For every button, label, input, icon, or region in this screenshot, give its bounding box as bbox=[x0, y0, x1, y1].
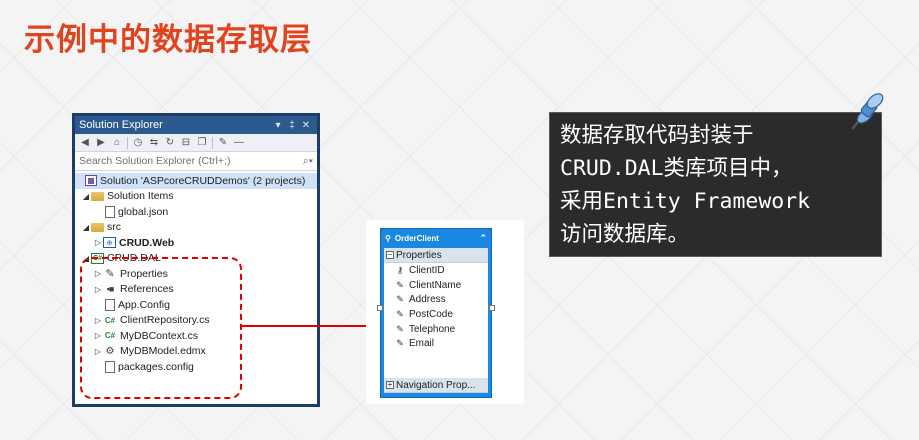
pending-changes-icon[interactable]: ◷ bbox=[132, 137, 144, 148]
resize-handle[interactable] bbox=[489, 305, 495, 311]
toolbar-separator bbox=[127, 136, 128, 149]
expanded-arrow-icon[interactable]: ◢ bbox=[81, 223, 91, 232]
entity-property[interactable]: ✎ Telephone bbox=[384, 322, 488, 337]
slide-title: 示例中的数据存取层 bbox=[24, 22, 312, 58]
expand-toggle-icon[interactable]: + bbox=[386, 381, 394, 389]
property-name: PostCode bbox=[409, 308, 453, 320]
key-icon: ⚷ bbox=[396, 264, 404, 275]
tree-item-crud-web[interactable]: ▷ ⊕ CRUD.Web bbox=[75, 235, 317, 251]
crud-dal-highlight-box bbox=[80, 257, 242, 399]
callout-line: 数据存取代码封装于 bbox=[560, 123, 754, 148]
pushpin-icon bbox=[851, 93, 884, 130]
tree-item-solution-items[interactable]: ◢ Solution Items bbox=[75, 189, 317, 205]
entity-body: − Properties ⚷ ClientID ✎ ClientName ✎ A… bbox=[384, 248, 488, 393]
solution-explorer-titlebar[interactable]: Solution Explorer ▾ ‡ ✕ bbox=[75, 116, 317, 134]
collapse-all-icon[interactable]: ⊟ bbox=[180, 137, 192, 148]
forward-icon[interactable]: ▶ bbox=[95, 137, 107, 148]
explanation-callout: 数据存取代码封装于 CRUD.DAL类库项目中， 采用Entity Framew… bbox=[549, 112, 882, 257]
property-name: ClientName bbox=[409, 279, 462, 291]
property-wrench-icon: ✎ bbox=[396, 308, 404, 319]
entity-name: OrderClient bbox=[394, 234, 439, 243]
navigation-section-header[interactable]: + Navigation Prop... bbox=[384, 378, 488, 393]
web-project-icon: ⊕ bbox=[103, 237, 116, 249]
entity-diagram: ⚲ OrderClient ⌃ − Properties ⚷ ClientID … bbox=[366, 220, 524, 404]
properties-section-header[interactable]: − Properties bbox=[384, 248, 488, 263]
callout-line: 采用Entity Framework bbox=[560, 189, 811, 214]
property-wrench-icon: ✎ bbox=[396, 294, 404, 305]
collapse-toggle-icon[interactable]: − bbox=[386, 251, 394, 259]
back-icon[interactable]: ◀ bbox=[79, 137, 91, 148]
close-icon[interactable]: ✕ bbox=[299, 120, 313, 131]
solution-icon bbox=[85, 175, 97, 187]
dropdown-icon[interactable]: ▾ bbox=[271, 120, 285, 131]
refresh-icon[interactable]: ↻ bbox=[164, 137, 176, 148]
property-name: Email bbox=[409, 338, 435, 350]
property-wrench-icon: ✎ bbox=[396, 338, 404, 349]
property-name: Telephone bbox=[409, 323, 456, 335]
expanded-arrow-icon[interactable]: ◢ bbox=[81, 192, 91, 201]
tree-item-label: Solution Items bbox=[107, 190, 174, 203]
show-all-files-icon[interactable]: ❐ bbox=[196, 137, 208, 148]
callout-line: 访问数据库。 bbox=[560, 222, 690, 247]
entity-property[interactable]: ✎ Address bbox=[384, 292, 488, 307]
callout-line: CRUD.DAL类库项目中， bbox=[560, 156, 793, 181]
home-icon[interactable]: ⌂ bbox=[111, 137, 123, 148]
json-file-icon bbox=[105, 205, 115, 218]
property-name: ClientID bbox=[409, 264, 445, 276]
solution-explorer-toolbar: ◀ ▶ ⌂ ◷ ⇆ ↻ ⊟ ❐ ✎ — bbox=[75, 134, 317, 152]
property-wrench-icon: ✎ bbox=[396, 279, 404, 290]
search-placeholder: Search Solution Explorer (Ctrl+;) bbox=[79, 155, 231, 167]
search-input[interactable]: Search Solution Explorer (Ctrl+;) ⌕▾ bbox=[75, 152, 317, 171]
collapsed-arrow-icon[interactable]: ▷ bbox=[93, 238, 103, 247]
tree-item-label: src bbox=[107, 221, 121, 234]
entity-type-icon: ⚲ bbox=[385, 234, 391, 243]
tree-item-label: Solution 'ASPcoreCRUDDemos' (2 projects) bbox=[100, 174, 306, 187]
tree-item-label: CRUD.Web bbox=[119, 236, 175, 249]
tree-item-src[interactable]: ◢ src bbox=[75, 220, 317, 236]
property-wrench-icon: ✎ bbox=[396, 323, 404, 334]
tree-item-solution[interactable]: Solution 'ASPcoreCRUDDemos' (2 projects) bbox=[75, 173, 317, 189]
entity-orderclient[interactable]: ⚲ OrderClient ⌃ − Properties ⚷ ClientID … bbox=[380, 228, 492, 398]
search-icon[interactable]: ⌕▾ bbox=[303, 155, 313, 168]
pin-icon[interactable]: ‡ bbox=[285, 120, 299, 131]
folder-icon bbox=[91, 191, 104, 201]
resize-handle[interactable] bbox=[377, 305, 383, 311]
properties-wrench-icon[interactable]: ✎ bbox=[217, 137, 229, 148]
entity-header: ⚲ OrderClient ⌃ bbox=[381, 229, 491, 248]
navigation-section-label: Navigation Prop... bbox=[396, 379, 476, 391]
entity-property[interactable]: ✎ PostCode bbox=[384, 307, 488, 322]
collapse-chevron-icon[interactable]: ⌃ bbox=[479, 233, 487, 244]
sync-icon[interactable]: ⇆ bbox=[148, 137, 160, 148]
connector-arrow-line bbox=[242, 325, 372, 327]
entity-property[interactable]: ✎ ClientName bbox=[384, 278, 488, 293]
folder-icon bbox=[91, 222, 104, 232]
properties-section-label: Properties bbox=[396, 249, 442, 261]
tree-item-global-json[interactable]: global.json bbox=[75, 204, 317, 220]
property-name: Address bbox=[409, 294, 446, 306]
entity-property[interactable]: ✎ Email bbox=[384, 336, 488, 351]
preview-icon[interactable]: — bbox=[233, 137, 245, 148]
entity-property[interactable]: ⚷ ClientID bbox=[384, 263, 488, 278]
tree-item-label: global.json bbox=[118, 205, 169, 218]
solution-explorer-title: Solution Explorer bbox=[79, 119, 163, 131]
toolbar-separator bbox=[212, 136, 213, 149]
